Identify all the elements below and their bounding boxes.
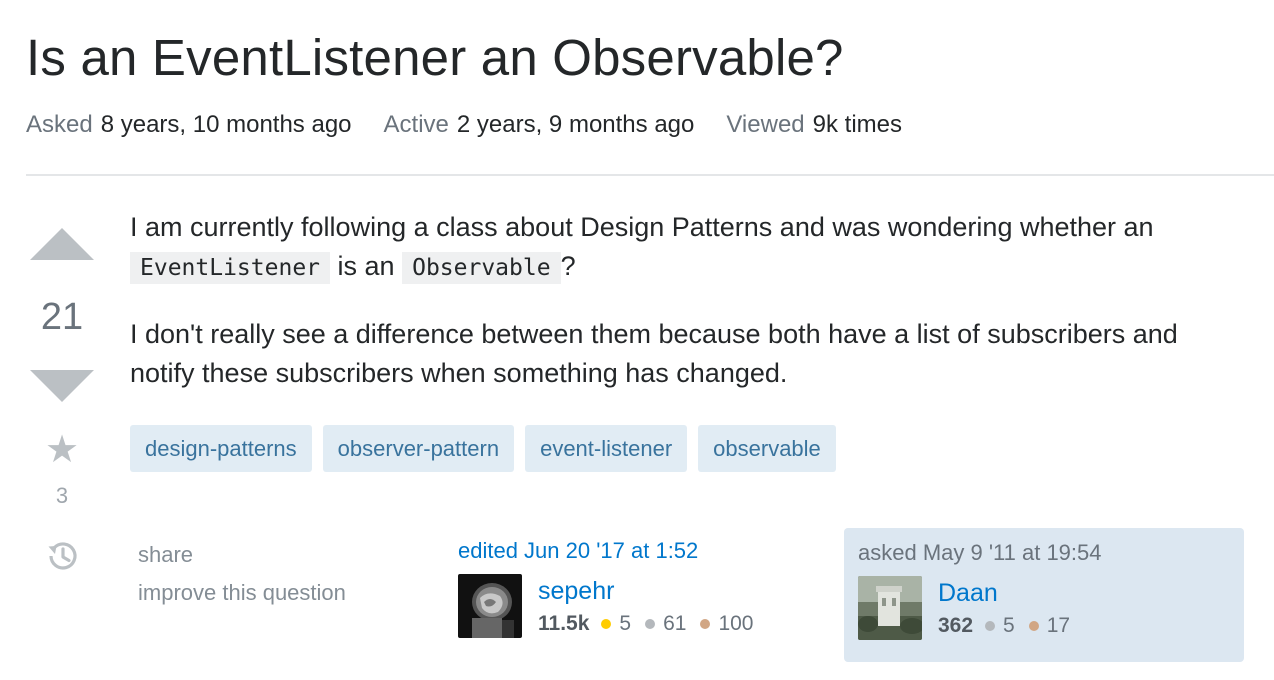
post-body: I am currently following a class about D… — [130, 208, 1240, 420]
share-link[interactable]: share — [138, 536, 346, 574]
owner-details: Daan 362 5 17 — [938, 576, 1084, 640]
inline-code-eventlistener: EventListener — [130, 252, 331, 284]
post-text-segment: I am currently following a class about D… — [130, 212, 1154, 242]
active-meta: Active 2 years, 9 months ago — [384, 111, 695, 139]
post-text-segment: ? — [560, 251, 576, 281]
editor-name-link[interactable]: sepehr — [538, 575, 768, 607]
tag-observer-pattern[interactable]: observer-pattern — [322, 425, 515, 472]
vote-count: 21 — [40, 296, 84, 338]
improve-question-link[interactable]: improve this question — [138, 574, 346, 612]
editor-user: sepehr 11.5k 5 61 100 — [458, 574, 798, 638]
asked-label: Asked — [26, 111, 93, 138]
post-menu: share improve this question — [138, 536, 346, 612]
post-paragraph-1: I am currently following a class about D… — [130, 208, 1240, 288]
tag-design-patterns[interactable]: design-patterns — [130, 425, 312, 472]
active-value[interactable]: 2 years, 9 months ago — [457, 111, 694, 138]
asked-value: 8 years, 10 months ago — [100, 111, 352, 138]
silver-badge-icon — [985, 621, 996, 631]
question-meta: Asked 8 years, 10 months ago Active 2 year… — [26, 111, 934, 139]
tag-list: design-patterns observer-pattern event-l… — [130, 425, 847, 472]
bronze-badge-icon — [700, 619, 711, 629]
viewed-label: Viewed — [726, 111, 805, 138]
owner-name-link[interactable]: Daan — [938, 577, 1084, 609]
editor-details: sepehr 11.5k 5 61 100 — [538, 574, 768, 638]
active-label: Active — [383, 111, 449, 138]
history-icon[interactable] — [44, 538, 80, 574]
question-title[interactable]: Is an EventListener an Observable? — [26, 28, 844, 87]
inline-code-observable: Observable — [402, 252, 561, 284]
header-divider — [26, 174, 1274, 176]
owner-signature: asked May 9 '11 at 19:54 Daan 362 5 17 — [844, 528, 1244, 662]
editor-signature: edited Jun 20 '17 at 1:52 sepehr 11.5k 5… — [458, 538, 798, 638]
post-text-segment: is an — [337, 251, 395, 281]
tag-event-listener[interactable]: event-listener — [525, 425, 688, 472]
editor-avatar[interactable] — [458, 574, 522, 638]
post-paragraph-2: I don't really see a difference between … — [130, 319, 1178, 388]
edited-time-link[interactable]: edited Jun 20 '17 at 1:52 — [458, 538, 798, 564]
owner-user: Daan 362 5 17 — [858, 576, 1244, 640]
silver-badge-count: 5 — [1003, 614, 1015, 637]
silver-badge-count: 61 — [663, 612, 687, 635]
asked-time: asked May 9 '11 at 19:54 — [858, 540, 1102, 565]
owner-reputation: 362 5 17 — [938, 614, 1084, 638]
owner-avatar[interactable] — [858, 576, 922, 640]
upvote-icon[interactable] — [30, 228, 94, 260]
star-icon[interactable]: ★ — [42, 430, 82, 470]
editor-reputation: 11.5k 5 61 100 — [538, 612, 768, 636]
bronze-badge-count: 100 — [718, 612, 754, 635]
gold-badge-count: 5 — [619, 612, 632, 635]
favorite-count: 3 — [55, 483, 69, 508]
silver-badge-icon — [645, 619, 656, 629]
downvote-icon[interactable] — [30, 370, 94, 402]
viewed-value: 9k times — [812, 111, 902, 138]
asked-meta: Asked 8 years, 10 months ago — [26, 111, 352, 139]
reputation-score: 362 — [938, 614, 974, 637]
tag-observable[interactable]: observable — [698, 425, 836, 472]
bronze-badge-icon — [1028, 621, 1039, 631]
viewed-meta: Viewed 9k times — [726, 111, 902, 139]
bronze-badge-count: 17 — [1046, 614, 1071, 637]
reputation-score: 11.5k — [538, 612, 590, 635]
gold-badge-icon — [601, 619, 612, 629]
